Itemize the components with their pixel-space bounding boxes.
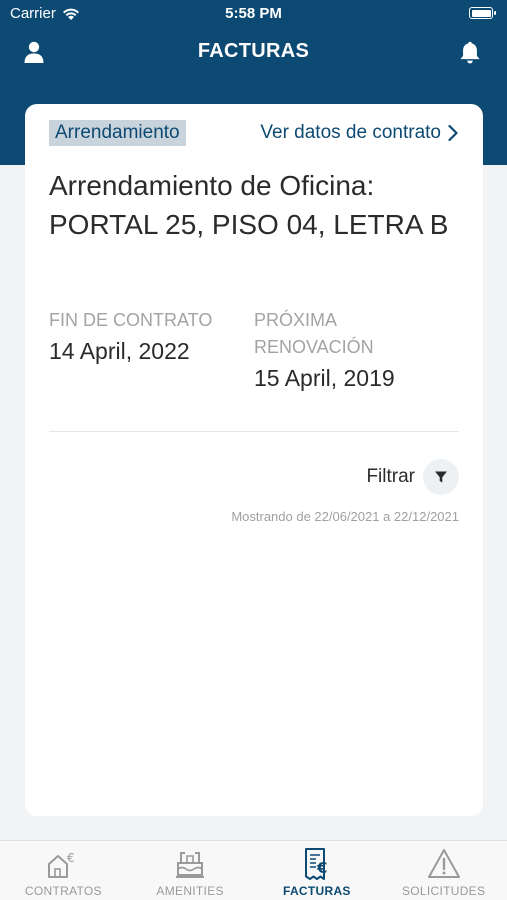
tab-bar: € CONTRATOS AMENITIES € FACTURAS SOLICIT… (0, 840, 507, 900)
end-date-block: FIN DE CONTRATO 14 April, 2022 (49, 307, 249, 366)
end-date-value: 14 April, 2022 (49, 338, 190, 364)
svg-text:€: € (67, 851, 75, 865)
tab-facturas[interactable]: € FACTURAS (254, 841, 381, 900)
filter-icon-button[interactable] (423, 459, 459, 495)
status-bar: Carrier 5:58 PM (0, 0, 507, 28)
contract-card: Arrendamiento Ver datos de contrato Arre… (25, 104, 483, 816)
renewal-date-value: 15 April, 2019 (254, 365, 395, 391)
end-date-label: FIN DE CONTRATO (49, 310, 213, 330)
divider (49, 431, 459, 432)
funnel-icon (435, 471, 447, 483)
page-title: FACTURAS (197, 40, 310, 62)
bell-icon[interactable] (457, 39, 483, 65)
tab-contratos[interactable]: € CONTRATOS (0, 841, 127, 900)
tab-amenities[interactable]: AMENITIES (127, 841, 254, 900)
amenities-icon (176, 852, 205, 878)
filter-button[interactable]: Filtrar (366, 459, 459, 495)
contract-type-tag: Arrendamiento (49, 120, 186, 146)
tab-facturas-label: FACTURAS (283, 884, 351, 898)
battery-icon (469, 7, 496, 19)
filter-label: Filtrar (366, 466, 415, 487)
chevron-right-icon (448, 124, 458, 142)
contract-title: Arrendamiento de Oficina: PORTAL 25, PIS… (49, 170, 449, 240)
status-time: 5:58 PM (225, 5, 282, 22)
house-euro-icon: € (48, 851, 75, 878)
view-contract-link[interactable]: Ver datos de contrato (260, 122, 459, 144)
warning-icon (427, 849, 460, 878)
svg-text:€: € (316, 859, 327, 877)
tab-solicitudes-label: SOLICITUDES (401, 884, 486, 898)
tab-contratos-label: CONTRATOS (24, 884, 102, 898)
date-range-text: Mostrando de 22/06/2021 a 22/12/2021 (231, 509, 459, 524)
renewal-date-block: PRÓXIMA RENOVACIÓN 15 April, 2019 (254, 307, 454, 393)
tab-solicitudes[interactable]: SOLICITUDES (380, 841, 507, 900)
renewal-date-label: PRÓXIMA RENOVACIÓN (254, 310, 374, 357)
view-contract-label: Ver datos de contrato (260, 122, 441, 143)
invoice-euro-icon: € (304, 848, 327, 880)
tab-amenities-label: AMENITIES (156, 884, 224, 898)
